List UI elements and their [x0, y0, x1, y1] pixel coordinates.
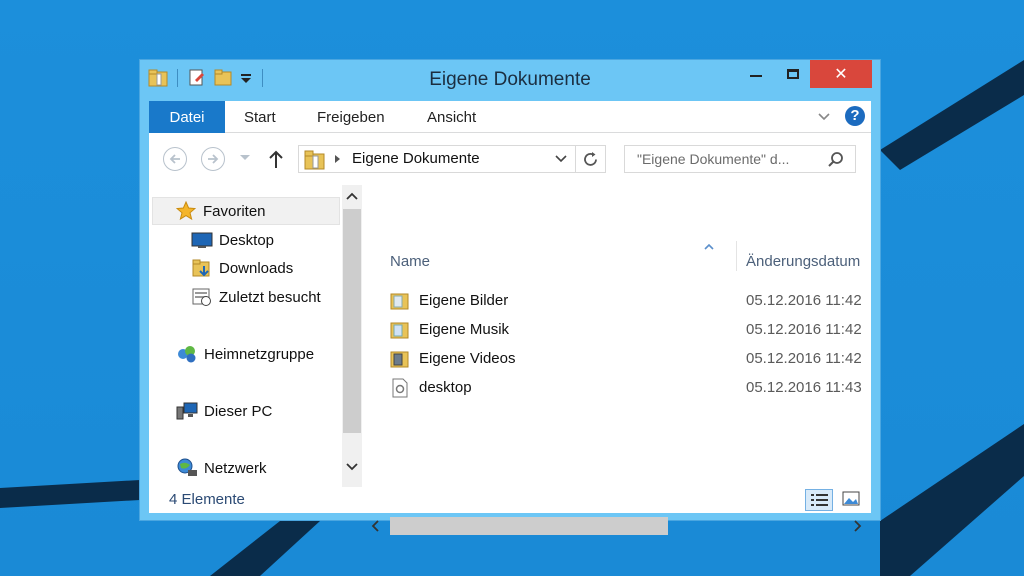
file-row[interactable]: Eigene Musik 05.12.2016 11:42	[390, 318, 871, 342]
desktop-icon	[191, 230, 213, 250]
file-date: 05.12.2016 11:42	[746, 292, 862, 309]
file-row[interactable]: Eigene Videos 05.12.2016 11:42	[390, 347, 871, 371]
nav-item-label: Downloads	[219, 259, 294, 277]
videos-folder-icon	[390, 351, 409, 368]
column-divider[interactable]	[736, 241, 737, 271]
file-list-pane: Name Änderungsdatum Eigene Bilder 05.12.…	[362, 185, 871, 535]
nav-item-label: Dieser PC	[204, 402, 273, 420]
maximize-icon	[787, 69, 799, 79]
file-date: 05.12.2016 11:42	[746, 350, 862, 367]
file-row[interactable]: desktop 05.12.2016 11:43	[390, 376, 871, 400]
recent-places-icon	[191, 287, 213, 307]
title-bar[interactable]: Eigene Dokumente ✕	[140, 60, 880, 100]
star-icon	[175, 201, 197, 221]
search-placeholder: "Eigene Dokumente" d...	[637, 151, 790, 167]
downloads-folder-icon	[191, 258, 213, 278]
nav-item-this-pc[interactable]: Dieser PC	[176, 397, 272, 425]
close-icon: ✕	[834, 66, 848, 83]
scroll-left-icon[interactable]	[370, 520, 380, 532]
help-button[interactable]: ?	[845, 106, 865, 126]
minimize-button[interactable]	[736, 60, 776, 88]
column-header-name[interactable]: Name	[390, 253, 430, 270]
refresh-icon[interactable]	[582, 151, 599, 168]
documents-folder-icon	[304, 150, 325, 170]
settings-file-icon	[392, 378, 408, 398]
nav-item-recent[interactable]: Zuletzt besucht	[191, 283, 321, 311]
arrow-left-icon	[169, 154, 180, 164]
nav-item-favorites[interactable]: Favoriten	[152, 197, 340, 225]
nav-item-label: Netzwerk	[204, 459, 267, 477]
minimize-icon	[750, 75, 762, 77]
horizontal-scrollbar[interactable]	[362, 515, 871, 535]
music-folder-icon	[390, 322, 409, 339]
scroll-up-icon[interactable]	[346, 191, 358, 201]
content-area: Favoriten Desktop Downloads Zuletzt besu…	[149, 185, 871, 535]
sort-ascending-icon	[704, 244, 714, 250]
file-row[interactable]: Eigene Bilder 05.12.2016 11:42	[390, 289, 871, 313]
maximize-button[interactable]	[776, 60, 810, 88]
close-button[interactable]: ✕	[810, 60, 872, 88]
item-count: 4 Elemente	[169, 491, 245, 508]
file-name: Eigene Bilder	[419, 292, 509, 309]
details-view-button[interactable]	[805, 489, 833, 511]
scroll-right-icon[interactable]	[853, 520, 863, 532]
search-input[interactable]: "Eigene Dokumente" d...	[624, 145, 856, 173]
tab-start[interactable]: Start	[244, 101, 276, 133]
scrollbar-thumb[interactable]	[390, 517, 668, 535]
file-date: 05.12.2016 11:42	[746, 321, 862, 338]
file-date: 05.12.2016 11:43	[746, 379, 862, 396]
arrow-right-icon	[208, 154, 219, 164]
file-name: Eigene Videos	[419, 350, 516, 367]
navigation-pane: Favoriten Desktop Downloads Zuletzt besu…	[149, 185, 341, 487]
details-view-icon	[811, 494, 828, 506]
explorer-window: Eigene Dokumente ✕ Datei Start Freigeben…	[139, 59, 881, 535]
search-icon[interactable]	[827, 151, 844, 168]
address-path[interactable]: Eigene Dokumente	[352, 150, 480, 167]
nav-item-homegroup[interactable]: Heimnetzgruppe	[176, 340, 314, 368]
tab-ansicht[interactable]: Ansicht	[427, 101, 476, 133]
pictures-folder-icon	[390, 293, 409, 310]
ribbon-tabs: Datei Start Freigeben Ansicht ?	[149, 101, 871, 133]
address-bar[interactable]: Eigene Dokumente	[298, 145, 606, 173]
homegroup-icon	[176, 344, 198, 364]
large-icons-view-button[interactable]	[837, 489, 865, 511]
file-name: Eigene Musik	[419, 321, 510, 338]
nav-item-label: Zuletzt besucht	[219, 288, 321, 306]
nav-item-label: Favoriten	[203, 202, 266, 220]
expand-ribbon-icon[interactable]	[818, 111, 830, 123]
large-icons-view-icon	[842, 491, 860, 506]
tab-freigeben[interactable]: Freigeben	[317, 101, 385, 133]
nav-pane-scrollbar[interactable]	[342, 185, 362, 487]
recent-locations-chevron-icon[interactable]	[240, 155, 250, 160]
back-button[interactable]	[163, 147, 187, 171]
nav-item-downloads[interactable]: Downloads	[191, 254, 293, 282]
breadcrumb-separator-icon[interactable]	[335, 155, 340, 163]
nav-item-network[interactable]: Netzwerk	[176, 454, 267, 482]
network-icon	[176, 458, 198, 478]
column-header-date[interactable]: Änderungsdatum	[746, 253, 860, 270]
computer-icon	[176, 401, 198, 421]
nav-item-desktop[interactable]: Desktop	[191, 226, 274, 254]
nav-item-label: Desktop	[219, 231, 275, 249]
scroll-down-icon[interactable]	[346, 462, 358, 472]
nav-item-label: Heimnetzgruppe	[204, 345, 315, 363]
address-dropdown-icon[interactable]	[555, 154, 567, 164]
up-arrow-icon[interactable]	[266, 147, 286, 171]
scrollbar-thumb[interactable]	[343, 209, 361, 433]
file-name: desktop	[419, 379, 472, 396]
status-bar: 4 Elemente	[149, 487, 871, 513]
forward-button[interactable]	[201, 147, 225, 171]
address-row: Eigene Dokumente "Eigene Dokumente" d...	[149, 133, 871, 185]
tab-datei[interactable]: Datei	[149, 101, 225, 133]
